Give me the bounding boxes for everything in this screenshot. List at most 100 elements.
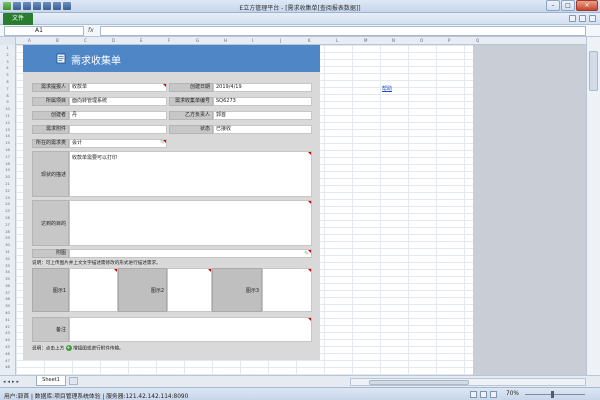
row-header[interactable]: 24: [0, 201, 15, 208]
row-header[interactable]: 47: [0, 358, 15, 365]
row-header[interactable]: 14: [0, 133, 15, 140]
row-header[interactable]: 28: [0, 229, 15, 236]
page-layout-icon[interactable]: [480, 391, 487, 398]
horizontal-scroll-thumb[interactable]: [369, 380, 469, 385]
row-header[interactable]: 29: [0, 235, 15, 242]
row-header[interactable]: 40: [0, 310, 15, 317]
maximize-button[interactable]: □: [561, 0, 575, 11]
column-header[interactable]: O: [420, 38, 423, 43]
row-header[interactable]: 1: [0, 45, 15, 52]
row-header[interactable]: 44: [0, 337, 15, 344]
first-sheet-icon[interactable]: ◂: [3, 379, 6, 385]
row-header[interactable]: 8: [0, 93, 15, 100]
row-header[interactable]: 19: [0, 167, 15, 174]
edit-pencil-icon[interactable]: ✎: [304, 251, 312, 257]
column-header[interactable]: A: [28, 38, 31, 43]
creator-field[interactable]: 丹: [69, 111, 167, 120]
figure-row-field[interactable]: [69, 249, 312, 258]
row-header[interactable]: 22: [0, 188, 15, 195]
zoom-slider[interactable]: [525, 394, 585, 395]
status-field[interactable]: 已接收: [213, 125, 312, 134]
page-break-icon[interactable]: [490, 391, 497, 398]
row-header[interactable]: 20: [0, 174, 15, 181]
fx-icon[interactable]: fx: [88, 27, 94, 34]
column-header[interactable]: L: [336, 38, 338, 43]
row-header[interactable]: 16: [0, 147, 15, 154]
column-header[interactable]: C: [84, 38, 87, 43]
row-header[interactable]: 5: [0, 72, 15, 79]
row-header[interactable]: 21: [0, 181, 15, 188]
next-sheet-icon[interactable]: ▸: [12, 379, 15, 385]
row-header[interactable]: 17: [0, 154, 15, 161]
request-type-field[interactable]: 会计: [69, 139, 167, 148]
row-header[interactable]: 6: [0, 79, 15, 86]
row-header[interactable]: 4: [0, 65, 15, 72]
sheet-tab-sheet1[interactable]: Sheet1: [36, 376, 66, 386]
column-header[interactable]: J: [280, 38, 281, 43]
column-header[interactable]: H: [224, 38, 227, 43]
row-header[interactable]: 12: [0, 120, 15, 127]
row-header[interactable]: 7: [0, 86, 15, 93]
column-header[interactable]: M: [364, 38, 367, 43]
row-header[interactable]: 39: [0, 303, 15, 310]
attachment-field[interactable]: [69, 125, 167, 134]
column-header[interactable]: Q: [476, 38, 479, 43]
row-header[interactable]: 43: [0, 330, 15, 337]
new-sheet-icon[interactable]: [69, 377, 78, 385]
row-header[interactable]: 10: [0, 106, 15, 113]
row-header[interactable]: 48: [0, 364, 15, 371]
row-header[interactable]: 33: [0, 263, 15, 270]
row-header[interactable]: 42: [0, 324, 15, 331]
zoom-slider-knob[interactable]: [551, 391, 555, 398]
column-header[interactable]: N: [392, 38, 395, 43]
column-header[interactable]: P: [448, 38, 450, 43]
row-header[interactable]: 34: [0, 269, 15, 276]
goal-field[interactable]: [69, 200, 312, 246]
file-tab[interactable]: 文件: [3, 13, 33, 25]
row-header[interactable]: 46: [0, 351, 15, 358]
row-header[interactable]: 26: [0, 215, 15, 222]
owner-field[interactable]: 郭首: [213, 111, 312, 120]
figure3-image-slot[interactable]: [262, 268, 312, 312]
row-header[interactable]: 30: [0, 242, 15, 249]
ribbon-collapse-icon[interactable]: [569, 15, 576, 22]
figure1-image-slot[interactable]: [69, 268, 118, 312]
column-header[interactable]: I: [252, 38, 253, 43]
column-header[interactable]: K: [308, 38, 311, 43]
description-field[interactable]: 收款单需要可以打印: [69, 151, 312, 197]
help-icon[interactable]: [579, 15, 586, 22]
minimize-button[interactable]: –: [546, 0, 560, 11]
figure2-image-slot[interactable]: [167, 268, 212, 312]
last-sheet-icon[interactable]: ▸: [17, 379, 20, 385]
column-header[interactable]: B: [56, 38, 59, 43]
row-header[interactable]: 27: [0, 222, 15, 229]
submitter-field[interactable]: 收款单: [69, 83, 167, 92]
project-field[interactable]: 面向转管理系统: [69, 97, 167, 106]
row-header[interactable]: 3: [0, 59, 15, 66]
row-header[interactable]: 9: [0, 99, 15, 106]
row-header[interactable]: 31: [0, 249, 15, 256]
row-header[interactable]: 32: [0, 256, 15, 263]
close-button[interactable]: ✕: [576, 0, 598, 11]
created-date-field[interactable]: 2019/4/19: [213, 83, 312, 92]
edit-pencil-icon[interactable]: ✎: [160, 140, 168, 146]
remarks-field[interactable]: [69, 317, 312, 342]
row-header[interactable]: 23: [0, 195, 15, 202]
row-header[interactable]: 37: [0, 290, 15, 297]
row-header[interactable]: 41: [0, 317, 15, 324]
vertical-scroll-thumb[interactable]: [589, 51, 598, 91]
formula-input[interactable]: [100, 26, 586, 36]
row-header[interactable]: 35: [0, 276, 15, 283]
help-link[interactable]: 帮助: [382, 85, 392, 92]
column-header[interactable]: G: [196, 38, 199, 43]
name-box[interactable]: A1: [4, 26, 84, 36]
row-header[interactable]: 38: [0, 296, 15, 303]
restore-icon[interactable]: [589, 15, 596, 22]
column-header[interactable]: E: [140, 38, 143, 43]
row-header[interactable]: 36: [0, 283, 15, 290]
normal-view-icon[interactable]: [470, 391, 477, 398]
row-header[interactable]: 18: [0, 161, 15, 168]
row-header[interactable]: 11: [0, 113, 15, 120]
row-header[interactable]: 2: [0, 52, 15, 59]
row-header[interactable]: 15: [0, 140, 15, 147]
